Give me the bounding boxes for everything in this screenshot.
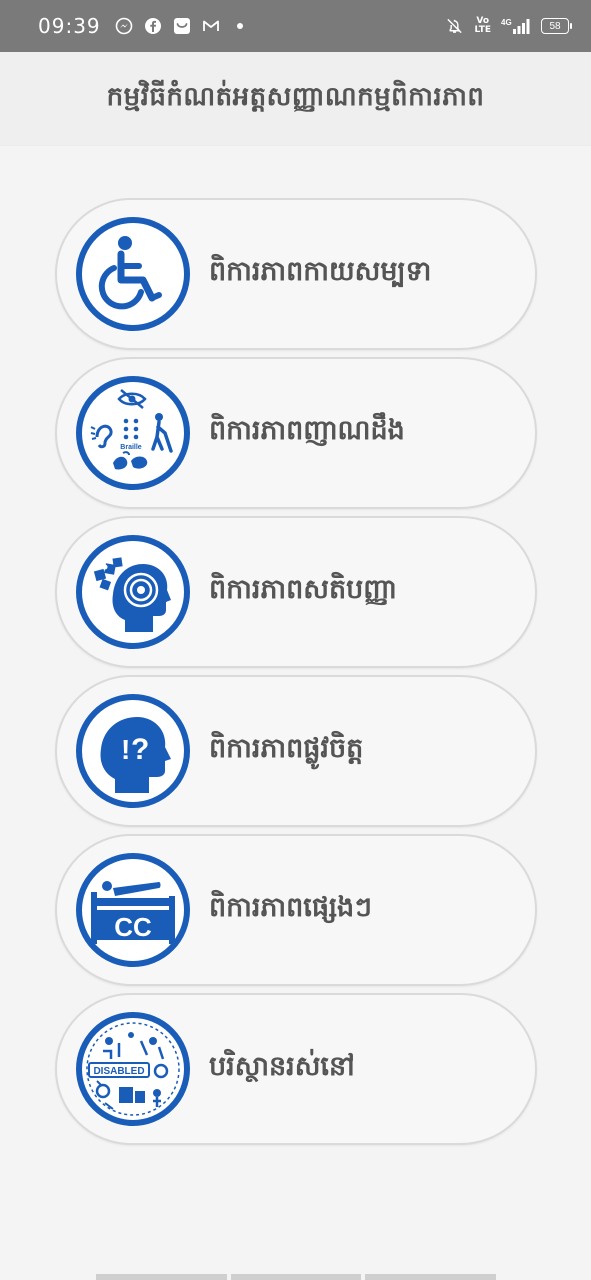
- mute-icon: [445, 17, 464, 36]
- page-title: កម្មវិធីកំណត់អត្តសញ្ញាណកម្មពិការភាព: [106, 81, 485, 112]
- svg-text:?: ?: [131, 733, 149, 766]
- facebook-icon: [144, 17, 163, 36]
- menu-item-label: ពិការភាពផ្លូវចិត្ត: [209, 732, 364, 764]
- 4g-signal-icon: 4G: [501, 17, 531, 36]
- menu-item-label: ពិការភាពផ្សេងៗ: [209, 891, 372, 923]
- bottom-segment: [96, 1274, 227, 1280]
- category-menu: ពិការភាពកាយសម្បទា Braille ពិការភាពញាណដឹង…: [55, 198, 537, 1152]
- bottom-segment: [230, 1274, 362, 1280]
- status-bar: 09:39 Vo LTE 4G 58: [0, 0, 591, 52]
- wheelchair-icon: [75, 216, 191, 332]
- disabled-environment-icon: DISABLED: [75, 1011, 191, 1127]
- braille-label: Braille: [120, 444, 142, 451]
- bed-cc-icon: CC: [75, 852, 191, 968]
- gmail-icon: [202, 17, 221, 36]
- bottom-segment: [365, 1274, 497, 1280]
- menu-item-label: ពិការភាពសតិបញ្ញា: [209, 573, 397, 605]
- disabled-label: DISABLED: [93, 1066, 144, 1077]
- messenger-icon: [115, 17, 134, 36]
- puzzle-head-icon: [75, 534, 191, 650]
- menu-item-label: បរិស្ថានរស់នៅ: [209, 1050, 355, 1082]
- app-header: កម្មវិធីកំណត់អត្តសញ្ញាណកម្មពិការភាព: [0, 52, 591, 146]
- cc-label: CC: [114, 912, 152, 942]
- question-head-icon: ! ?: [75, 693, 191, 809]
- menu-item-sensory-disability[interactable]: Braille ពិការភាពញាណដឹង: [55, 357, 537, 509]
- sensory-impairment-icon: Braille: [75, 375, 191, 491]
- inbox-icon: [173, 17, 192, 36]
- menu-item-other-disability[interactable]: CC ពិការភាពផ្សេងៗ: [55, 834, 537, 986]
- menu-item-physical-disability[interactable]: ពិការភាពកាយសម្បទា: [55, 198, 537, 350]
- menu-item-mental-disability[interactable]: ! ? ពិការភាពផ្លូវចិត្ត: [55, 675, 537, 827]
- status-time: 09:39: [38, 14, 101, 38]
- menu-item-living-environment[interactable]: DISABLED បរិស្ថានរស់នៅ: [55, 993, 537, 1145]
- menu-item-label: ពិការភាពកាយសម្បទា: [209, 255, 432, 287]
- menu-item-label: ពិការភាពញាណដឹង: [209, 414, 405, 446]
- notification-icons: [115, 17, 250, 36]
- bottom-nav-hint: [96, 1274, 497, 1280]
- svg-text:4G: 4G: [501, 18, 512, 27]
- svg-text:!: !: [121, 734, 130, 765]
- system-icons: Vo LTE 4G 58: [445, 16, 572, 36]
- dot-icon: [231, 17, 250, 36]
- battery-indicator: 58: [541, 18, 572, 34]
- menu-item-intellectual-disability[interactable]: ពិការភាពសតិបញ្ញា: [55, 516, 537, 668]
- volte-icon: Vo LTE: [474, 16, 491, 35]
